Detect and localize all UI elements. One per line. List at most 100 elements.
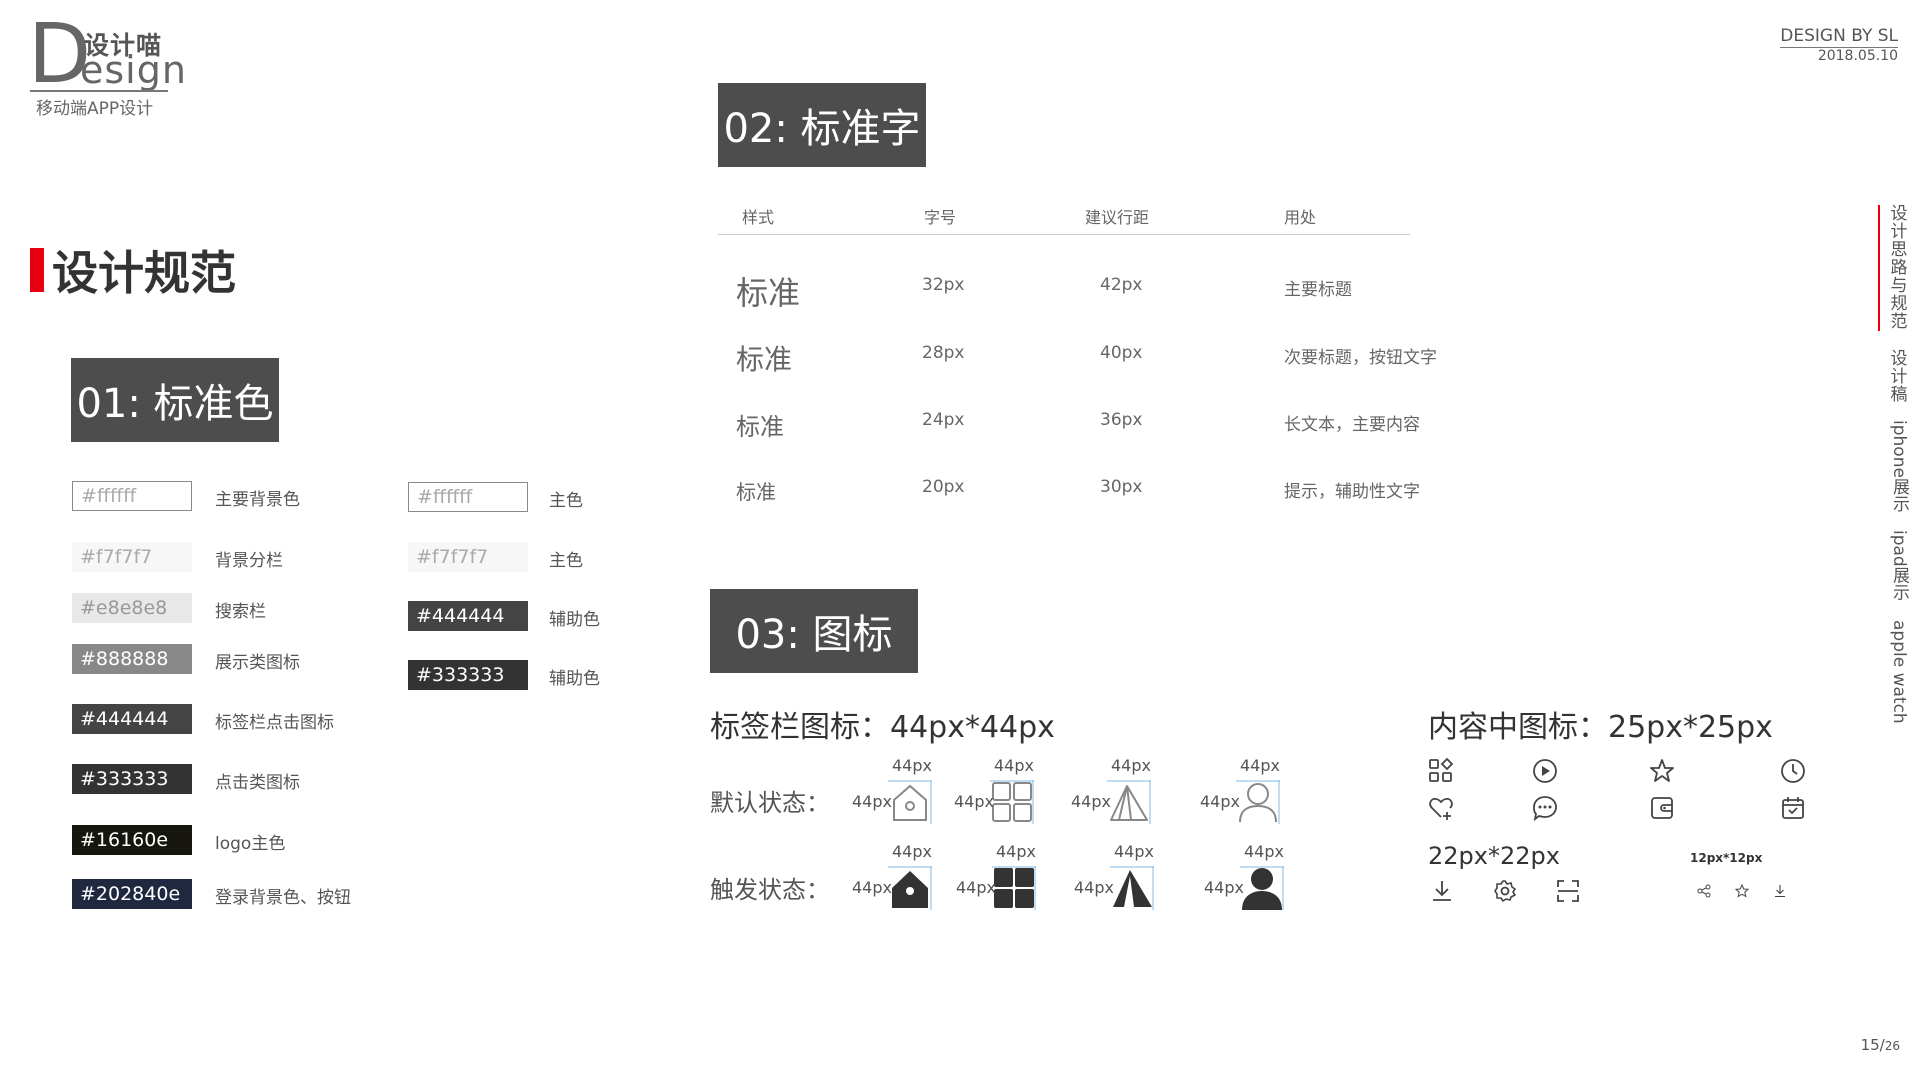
left-swatch-3: #888888: [72, 644, 192, 674]
icon22-settings: [1493, 879, 1517, 908]
left-swatch-2: #e8e8e8: [72, 593, 192, 623]
star-icon: [1650, 759, 1674, 782]
apps-icon: [1429, 757, 1454, 782]
dim-width-label: 44px: [1244, 842, 1284, 861]
type-line-30: 30px: [1100, 477, 1143, 497]
right-swatch-2: #444444: [408, 601, 528, 631]
dim-height-label: 44px: [954, 792, 994, 811]
right-swatch-label-2: 辅助色: [549, 610, 600, 630]
tab-icon-fill-2[interactable]: [1110, 866, 1154, 915]
logo-underline: [30, 90, 168, 92]
dim-width-label: 44px: [1114, 842, 1154, 861]
icon22-scan: [1556, 879, 1580, 908]
content-icon-heart: [1428, 795, 1454, 826]
tab-icon-fill-3[interactable]: [1240, 866, 1284, 915]
section-title-icons: 03: 图标: [710, 589, 918, 673]
play-icon: [1533, 759, 1557, 783]
tab-icon-outline-2[interactable]: [1107, 780, 1151, 829]
dim-height-label: 44px: [852, 792, 892, 811]
tent-icon: [1110, 866, 1154, 910]
size22-label: 22px*22px: [1428, 842, 1560, 870]
tab-icon-fill-1[interactable]: [992, 866, 1036, 915]
dim-height-label: 44px: [852, 878, 892, 897]
left-swatch-1: #f7f7f7: [72, 542, 192, 572]
tab-icon-fill-0[interactable]: [888, 866, 932, 915]
type-use-1: 主要标题: [1284, 280, 1352, 300]
side-nav-item-ipad[interactable]: ipad展示: [1888, 530, 1910, 601]
wallet-icon: [1651, 797, 1673, 819]
right-swatch-label-0: 主色: [549, 491, 583, 511]
dim-width-label: 44px: [892, 842, 932, 861]
type-size-28: 28px: [922, 343, 965, 363]
home-icon: [888, 780, 932, 824]
user-icon: [1236, 780, 1280, 824]
share-icon: [1697, 884, 1711, 898]
dim-width-label: 44px: [996, 842, 1036, 861]
tab-icon-outline-3[interactable]: [1236, 780, 1280, 829]
dim-width-label: 44px: [994, 756, 1034, 775]
type-line-36: 36px: [1100, 410, 1143, 430]
table-header-size: 字号: [924, 208, 957, 227]
right-swatch-label-1: 主色: [549, 551, 583, 571]
section-title-typography: 02: 标准字: [718, 83, 926, 167]
dim-height-label: 44px: [1074, 878, 1114, 897]
icon12-download: [1773, 884, 1787, 903]
tab-icon-outline-1[interactable]: [990, 780, 1034, 829]
left-swatch-label-5: 点击类图标: [215, 773, 300, 793]
grid-icon: [992, 866, 1036, 910]
type-sample-20: 标准: [736, 480, 776, 504]
logo-subtitle: 移动端APP设计: [36, 99, 154, 119]
left-swatch-6: #16160e: [72, 825, 192, 855]
content-icon-chat: [1532, 795, 1558, 826]
size12-label: 12px*12px: [1690, 851, 1763, 865]
type-sample-32: 标准: [736, 274, 801, 312]
star-small-icon: [1734, 883, 1750, 898]
dim-width-label: 44px: [1240, 756, 1280, 775]
type-size-32: 32px: [922, 275, 965, 295]
right-swatch-label-3: 辅助色: [549, 669, 600, 689]
type-use-2: 次要标题，按钮文字: [1284, 348, 1437, 368]
left-swatch-7: #202840e: [72, 879, 192, 909]
side-nav-item-design-spec[interactable]: 设计思路与规范: [1888, 205, 1910, 331]
dim-height-label: 44px: [1200, 792, 1240, 811]
content-icons-title: 内容中图标：25px*25px: [1428, 710, 1773, 745]
content-icon-apps: [1428, 757, 1454, 789]
grid-icon: [990, 780, 1034, 824]
brand-by: DESIGN BY SL: [1780, 26, 1898, 48]
left-swatch-label-4: 标签栏点击图标: [215, 713, 334, 733]
title-accent-bar: [30, 248, 44, 292]
page-indicator: 15/26: [1860, 1036, 1900, 1054]
right-swatch-0: #ffffff: [408, 482, 528, 512]
side-nav-item-apple-watch[interactable]: apple watch: [1888, 620, 1910, 724]
heart-add-icon: [1429, 798, 1453, 820]
content-icon-play: [1532, 758, 1558, 789]
page-total: 26: [1884, 1039, 1900, 1053]
left-swatch-label-2: 搜索栏: [215, 602, 266, 622]
table-header-style: 样式: [742, 208, 775, 227]
type-size-24: 24px: [922, 410, 965, 430]
side-nav-active-indicator: [1878, 205, 1880, 331]
side-nav-item-iphone[interactable]: iphone展示: [1888, 420, 1910, 512]
brand-date: 2018.05.10: [1817, 48, 1898, 64]
tab-icon-outline-0[interactable]: [888, 780, 932, 829]
type-size-20: 20px: [922, 477, 965, 497]
logo-en: esign: [80, 48, 187, 92]
left-swatch-0: #ffffff: [72, 481, 192, 511]
page-title-text: 设计规范: [52, 246, 236, 300]
dim-width-label: 44px: [1111, 756, 1151, 775]
type-use-4: 提示，辅助性文字: [1284, 482, 1420, 502]
dim-height-label: 44px: [956, 878, 996, 897]
type-line-40: 40px: [1100, 343, 1143, 363]
left-swatch-label-3: 展示类图标: [215, 653, 300, 673]
clock-icon: [1781, 759, 1805, 783]
type-line-42: 42px: [1100, 275, 1143, 295]
home-icon: [888, 866, 932, 910]
settings-icon: [1494, 880, 1516, 902]
content-icon-calendar: [1780, 795, 1806, 826]
side-nav-item-drafts[interactable]: 设计稿: [1888, 350, 1910, 404]
table-header-use: 用处: [1284, 208, 1317, 227]
type-sample-28: 标准: [736, 343, 793, 376]
icon12-star: [1734, 883, 1750, 903]
right-swatch-1: #f7f7f7: [408, 542, 528, 572]
left-swatch-label-0: 主要背景色: [215, 490, 300, 510]
